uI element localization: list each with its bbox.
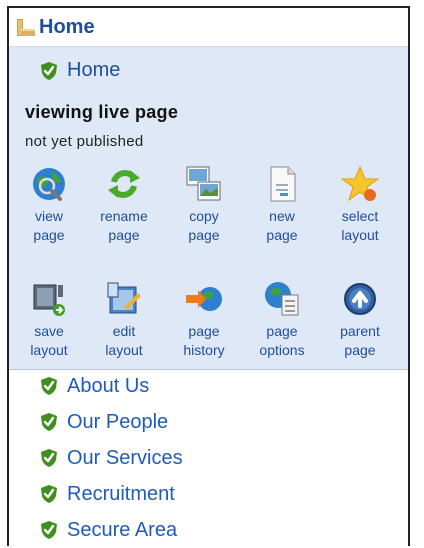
arrow-globe-icon: [186, 287, 222, 311]
select-layout-label-1: select: [341, 208, 379, 224]
parent-arrow-icon: [344, 283, 376, 315]
shield-check-icon: [41, 449, 57, 467]
page-history-label-1: page: [188, 323, 220, 339]
parent-page-button[interactable]: parent page: [325, 279, 395, 360]
globe-document-icon: [265, 282, 299, 316]
page-options-label-1: page: [266, 323, 298, 339]
save-layout-button[interactable]: save layout: [14, 279, 84, 360]
rename-page-button[interactable]: rename page: [89, 164, 159, 245]
save-layout-label-2: layout: [30, 342, 68, 358]
new-page-button[interactable]: new page: [247, 164, 317, 245]
shield-check-icon: [41, 61, 57, 80]
current-page-row[interactable]: Home: [39, 59, 120, 82]
folder-icon: [17, 19, 35, 36]
rename-page-label-2: page: [108, 227, 140, 243]
tree-root[interactable]: Home: [9, 8, 408, 47]
page-history-button[interactable]: page history: [169, 279, 239, 360]
nav-item-label[interactable]: Our People: [67, 411, 168, 434]
nav-item-secure-area[interactable]: Secure Area: [9, 512, 408, 548]
nav-item-label[interactable]: Recruitment: [67, 483, 175, 506]
copy-images-icon: [186, 166, 221, 201]
rename-page-label-1: rename: [100, 208, 148, 224]
copy-page-label-2: page: [188, 227, 220, 243]
nav-item-our-people[interactable]: Our People: [9, 404, 408, 440]
new-page-label-2: page: [266, 227, 298, 243]
view-page-label-2: page: [33, 227, 65, 243]
parent-page-label-1: parent: [340, 323, 380, 339]
edit-layout-button[interactable]: edit layout: [89, 279, 159, 360]
view-page-label-1: view: [34, 208, 63, 224]
select-layout-label-2: layout: [341, 227, 379, 243]
copy-page-button[interactable]: copy page: [169, 164, 239, 245]
star-icon: [340, 165, 380, 202]
status-title: viewing live page: [25, 102, 179, 122]
page-tree-panel: Home Home viewing live page not yet publ…: [7, 6, 410, 546]
nav-item-our-services[interactable]: Our Services: [9, 440, 408, 476]
shield-check-icon: [41, 413, 57, 431]
status-subtitle: not yet published: [25, 133, 144, 150]
page-options-button[interactable]: page options: [247, 279, 317, 360]
save-layout-icon: [33, 284, 65, 316]
nav-item-recruitment[interactable]: Recruitment: [9, 476, 408, 512]
new-page-label-1: new: [269, 208, 295, 224]
page-options-label-2: options: [259, 342, 305, 358]
current-page-label[interactable]: Home: [67, 59, 120, 82]
save-layout-label-1: save: [34, 323, 64, 339]
shield-check-icon: [41, 485, 57, 503]
copy-page-label-1: copy: [189, 208, 219, 224]
edit-layout-label-2: layout: [105, 342, 143, 358]
page-actions-panel: Home viewing live page not yet published…: [9, 47, 408, 370]
shield-check-icon: [41, 521, 57, 539]
nav-item-label[interactable]: About Us: [67, 375, 149, 398]
nav-item-about-us[interactable]: About Us: [9, 368, 408, 404]
edit-layout-label-1: edit: [112, 323, 136, 339]
shield-check-icon: [41, 377, 57, 395]
view-page-button[interactable]: view page: [14, 164, 84, 245]
document-icon: [270, 166, 296, 202]
root-title[interactable]: Home: [39, 16, 95, 39]
parent-page-label-2: page: [344, 342, 376, 358]
page-history-label-2: history: [183, 342, 225, 358]
select-layout-button[interactable]: select layout: [325, 164, 395, 245]
refresh-arrows-icon: [108, 170, 140, 198]
nav-item-label[interactable]: Secure Area: [67, 519, 177, 542]
child-pages-list: About Us Our People Our Services Recruit…: [9, 368, 408, 548]
edit-layout-icon: [107, 282, 141, 314]
globe-search-icon: [33, 168, 65, 201]
nav-item-label[interactable]: Our Services: [67, 447, 183, 470]
